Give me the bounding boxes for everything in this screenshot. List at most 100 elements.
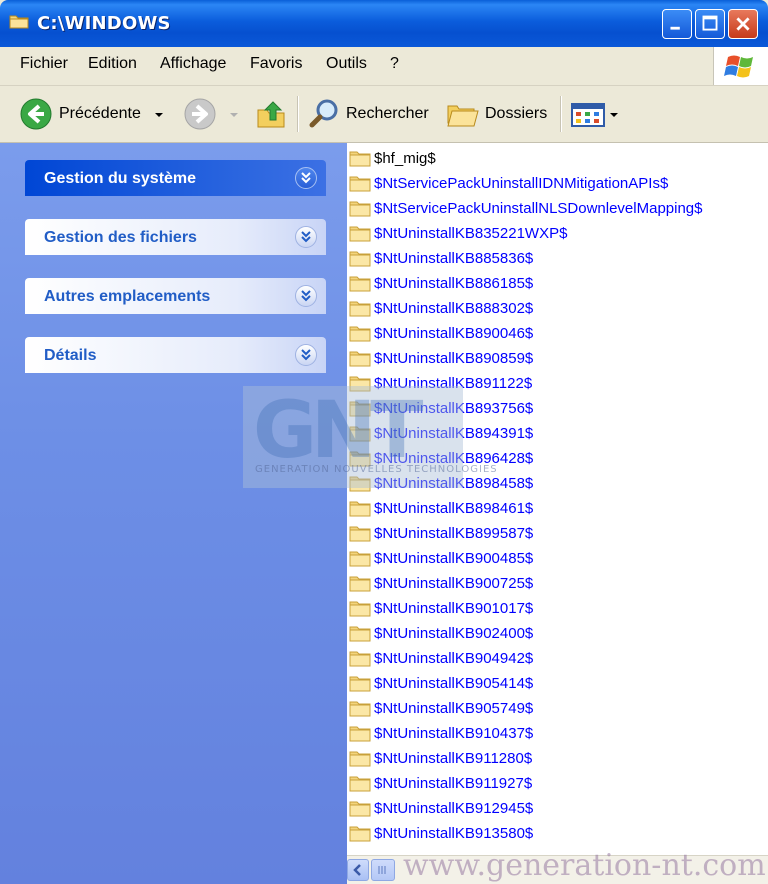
arrow-left-icon [353,864,361,876]
minimize-icon [670,26,680,30]
windows-logo [713,47,768,85]
menu-favoris[interactable]: Favoris [250,55,302,73]
folder-icon [349,301,371,317]
minimize-button[interactable] [662,9,692,39]
toolbar-separator [297,96,299,132]
watermark-letters: GNT [253,386,423,476]
folder-icon [349,576,371,592]
list-item[interactable]: $NtServicePackUninstallNLSDownlevelMappi… [349,197,703,219]
list-item[interactable]: $NtUninstallKB911280$ [349,747,532,769]
watermark-tagline: GENERATION NOUVELLES TECHNOLOGIES [255,464,498,475]
list-item[interactable]: $NtUninstallKB899587$ [349,522,533,544]
views-button[interactable] [571,98,607,130]
folder-icon [349,176,371,192]
panel-autres-emplacements[interactable]: Autres emplacements [25,278,326,314]
forward-dropdown-icon[interactable] [229,111,239,119]
close-icon [736,17,750,31]
file-name: $NtUninstallKB900725$ [374,574,534,592]
folder-icon [349,651,371,667]
explorer-window: C:\WINDOWS Fichier Edition Affichage Fav… [0,0,768,884]
file-name: $NtUninstallKB902400$ [374,624,534,642]
panel-title: Gestion du système [44,170,197,187]
folder-icon [349,801,371,817]
expand-chevron-icon[interactable] [295,167,317,189]
close-button[interactable] [728,9,758,39]
panel-title: Détails [44,347,97,364]
views-dropdown-icon[interactable] [609,111,619,119]
forward-button[interactable] [184,98,216,130]
panel-details[interactable]: Détails [25,337,326,373]
list-item[interactable]: $NtUninstallKB900485$ [349,547,533,569]
up-folder-button[interactable] [255,98,287,130]
title-bar[interactable]: C:\WINDOWS [0,0,768,47]
panel-title: Gestion des fichiers [44,229,197,246]
panel-gestion-fichiers[interactable]: Gestion des fichiers [25,219,326,255]
folder-icon [349,551,371,567]
forward-arrow-icon [184,98,216,130]
back-label: Précédente [59,105,141,122]
folders-icon [447,105,479,127]
list-item[interactable]: $NtServicePackUninstallIDNMitigationAPIs… [349,172,668,194]
file-name: $NtUninstallKB905414$ [374,674,534,692]
folder-icon [349,751,371,767]
menu-edition[interactable]: Edition [88,55,137,73]
file-name: $NtUninstallKB886185$ [374,274,534,292]
folders-button[interactable]: Dossiers [446,98,547,130]
expand-chevron-icon[interactable] [295,226,317,248]
list-item[interactable]: $NtUninstallKB911927$ [349,772,532,794]
folder-icon [349,826,371,842]
back-dropdown-icon[interactable] [154,111,164,119]
list-item[interactable]: $NtUninstallKB905414$ [349,672,533,694]
folder-icon [349,726,371,742]
list-item[interactable]: $hf_mig$ [349,147,436,169]
panel-gestion-systeme[interactable]: Gestion du système [25,160,326,196]
file-name: $NtUninstallKB900485$ [374,549,534,567]
list-item[interactable]: $NtUninstallKB904942$ [349,647,533,669]
maximize-button[interactable] [695,9,725,39]
folder-icon [349,276,371,292]
maximize-icon [702,15,718,31]
menu-help[interactable]: ? [390,55,399,73]
list-item[interactable]: $NtUninstallKB835221WXP$ [349,222,567,244]
list-item[interactable]: $NtUninstallKB900725$ [349,572,533,594]
folder-icon [349,251,371,267]
list-item[interactable]: $NtUninstallKB902400$ [349,622,533,644]
list-item[interactable]: $NtUninstallKB905749$ [349,697,533,719]
back-button[interactable]: Précédente [20,98,141,130]
list-item[interactable]: $NtUninstallKB890859$ [349,347,533,369]
expand-chevron-icon[interactable] [295,344,317,366]
folder-icon [349,201,371,217]
menu-outils[interactable]: Outils [326,55,367,73]
folder-icon [349,601,371,617]
list-item[interactable]: $NtUninstallKB888302$ [349,297,533,319]
search-button[interactable]: Rechercher [308,98,429,130]
list-item[interactable]: $NtUninstallKB913580$ [349,822,533,844]
menu-affichage[interactable]: Affichage [160,55,226,73]
views-icon [571,103,605,127]
menu-fichier[interactable]: Fichier [20,55,68,73]
scroll-thumb[interactable] [371,859,395,881]
task-pane: Gestion du système Gestion des fichiers … [0,143,347,884]
folders-label: Dossiers [485,105,548,122]
folder-icon [349,626,371,642]
file-name: $NtUninstallKB899587$ [374,524,534,542]
horizontal-scrollbar[interactable]: www.generation-nt.com [347,848,768,884]
file-name: $NtUninstallKB905749$ [374,699,534,717]
list-item[interactable]: $NtUninstallKB901017$ [349,597,533,619]
list-item[interactable]: $NtUninstallKB890046$ [349,322,533,344]
list-item[interactable]: $NtUninstallKB898461$ [349,497,533,519]
back-arrow-icon [20,98,52,130]
list-item[interactable]: $NtUninstallKB885836$ [349,247,533,269]
list-item[interactable]: $NtUninstallKB886185$ [349,272,533,294]
expand-chevron-icon[interactable] [295,285,317,307]
file-name: $NtUninstallKB835221WXP$ [374,224,568,242]
watermark-url: www.generation-nt.com [403,848,766,883]
folder-icon [349,351,371,367]
toolbar-separator [560,96,562,132]
file-name: $NtUninstallKB911280$ [374,749,533,767]
list-item[interactable]: $NtUninstallKB912945$ [349,797,533,819]
folder-icon [349,701,371,717]
list-item[interactable]: $NtUninstallKB910437$ [349,722,533,744]
scroll-left-button[interactable] [347,859,369,881]
folder-icon [349,326,371,342]
